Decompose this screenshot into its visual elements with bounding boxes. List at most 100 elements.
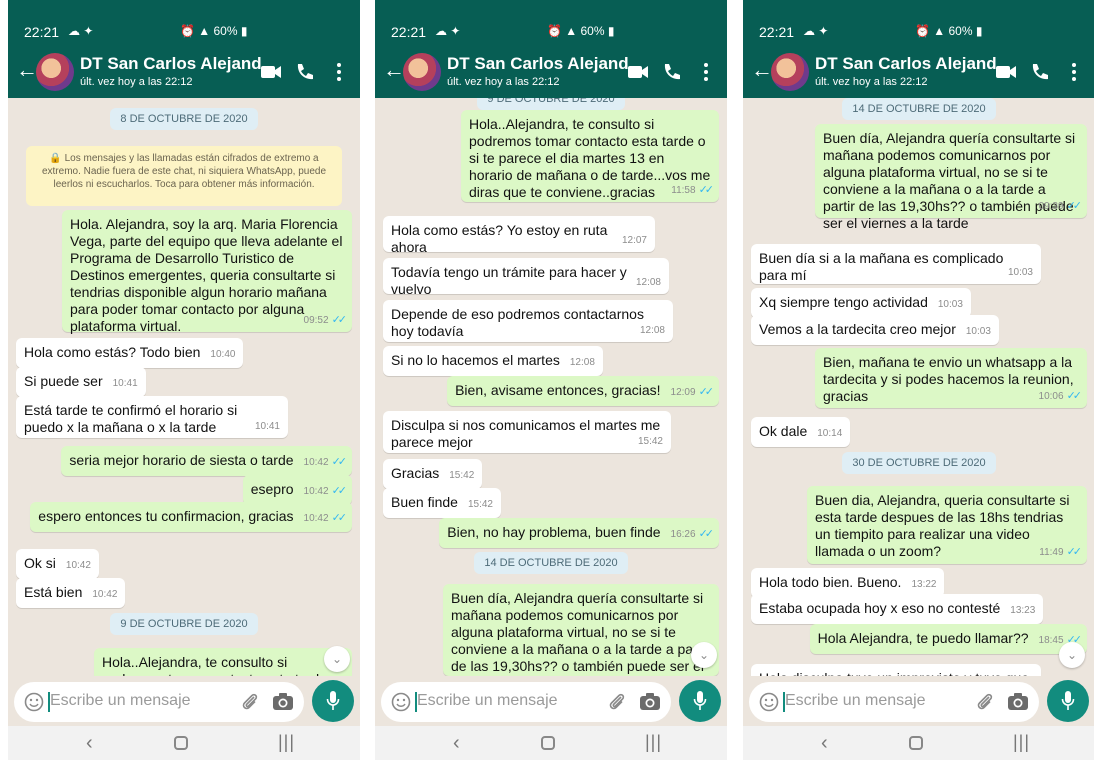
- outgoing-message[interactable]: Buen dia, Alejandra, queria consultarte …: [807, 486, 1087, 564]
- video-call-icon[interactable]: [995, 64, 1017, 80]
- voice-call-icon[interactable]: [294, 62, 314, 82]
- voice-call-icon[interactable]: [661, 62, 681, 82]
- incoming-message[interactable]: Si puede ser 10:41: [16, 367, 146, 397]
- contact-name[interactable]: DT San Carlos Alejandr...: [80, 54, 262, 74]
- incoming-message[interactable]: Vemos a la tardecita creo mejor 10:03: [751, 315, 999, 345]
- outgoing-message[interactable]: esepro 10:42 ✓✓: [242, 475, 352, 505]
- message-time: 11:58: [671, 185, 696, 196]
- message-meta: 12:09 ✓✓: [671, 386, 715, 398]
- outgoing-message[interactable]: Hola Alejandra, te puedo llamar?? 18:45 ✓✓: [809, 624, 1087, 654]
- chat-header: ← DT San Carlos Alejandr... últ. vez hoy a…: [8, 46, 360, 98]
- avatar[interactable]: [771, 53, 809, 91]
- attach-icon[interactable]: [607, 692, 627, 712]
- chevron-down-icon[interactable]: ⌄: [1059, 642, 1085, 668]
- outgoing-message[interactable]: Hola..Alejandra, te consulto si podremos…: [94, 648, 352, 676]
- outgoing-message[interactable]: Bien, mañana te envio un whatsapp a la t…: [815, 348, 1087, 408]
- nav-recents-icon[interactable]: |||: [645, 732, 662, 753]
- more-options-icon[interactable]: [336, 62, 342, 82]
- chat-area[interactable]: 14 DE OCTUBRE DE 2020 Buen día, Alejandra…: [743, 98, 1094, 676]
- status-bar: 22:21 ☁ ✦ ⏰ ▲ 60% ▮: [375, 0, 727, 46]
- outgoing-message[interactable]: Buen día, Alejandra quería consultarte s…: [815, 124, 1087, 231]
- message-time: 10:03: [937, 299, 963, 310]
- nav-home-icon[interactable]: [541, 736, 555, 750]
- voice-call-icon[interactable]: [1029, 62, 1049, 82]
- more-options-icon[interactable]: [1071, 62, 1077, 82]
- outgoing-message[interactable]: Bien, avisame entonces, gracias! 12:09 ✓✓: [447, 376, 719, 406]
- incoming-message[interactable]: Todavía tengo un trámite para hacer y vu…: [383, 258, 669, 297]
- date-separator: 9 DE OCTUBRE DE 2020: [8, 613, 360, 635]
- emoji-icon[interactable]: [24, 692, 44, 712]
- message-meta: 13:22: [911, 579, 936, 590]
- camera-icon[interactable]: [639, 692, 661, 712]
- back-arrow-icon[interactable]: ←: [383, 59, 405, 81]
- outgoing-message[interactable]: espero entonces tu confirmacion, gracias…: [30, 502, 352, 532]
- back-arrow-icon[interactable]: ←: [751, 59, 773, 81]
- more-options-icon[interactable]: [703, 62, 709, 82]
- back-arrow-icon[interactable]: ←: [16, 59, 38, 81]
- message-input[interactable]: Escribe un mensaje: [14, 682, 304, 722]
- incoming-message[interactable]: Xq siempre tengo actividad 10:03: [751, 288, 971, 318]
- nav-recents-icon[interactable]: |||: [278, 732, 295, 753]
- chevron-down-icon[interactable]: ⌄: [324, 646, 350, 672]
- outgoing-message[interactable]: Hola. Alejandra, soy la arq. Maria Flore…: [62, 210, 352, 334]
- message-time: 10:42: [65, 560, 91, 571]
- message-meta: 16:26 ✓✓: [671, 528, 715, 540]
- incoming-message[interactable]: Buen día si a la mañana es complicado pa…: [751, 244, 1041, 284]
- contact-name[interactable]: DT San Carlos Alejandr...: [447, 54, 629, 74]
- incoming-message[interactable]: Hola como estás? Yo estoy en ruta ahora 1…: [383, 216, 655, 255]
- message-input[interactable]: Escribe un mensaje: [381, 682, 671, 722]
- nav-back-icon[interactable]: ‹: [821, 732, 828, 755]
- status-time: 22:21: [391, 24, 427, 40]
- outgoing-message[interactable]: seria mejor horario de siesta o tarde 10:…: [61, 446, 352, 476]
- attach-icon[interactable]: [240, 692, 260, 712]
- incoming-message[interactable]: Si no lo hacemos el martes 12:08: [383, 346, 603, 376]
- incoming-message[interactable]: Ok si 10:42: [16, 549, 99, 579]
- outgoing-message[interactable]: Buen día, Alejandra quería consultarte s…: [443, 584, 719, 676]
- message-text: Buen dia, Alejandra, queria consultarte …: [815, 492, 1070, 559]
- incoming-message[interactable]: Está bien 10:42: [16, 578, 126, 608]
- nav-home-icon[interactable]: [174, 736, 188, 750]
- message-time: 10:40: [210, 349, 236, 360]
- nav-back-icon[interactable]: ‹: [453, 732, 460, 755]
- mic-button[interactable]: [679, 680, 721, 722]
- message-text: Disculpa si nos comunicamos el martes me…: [391, 417, 661, 450]
- nav-recents-icon[interactable]: |||: [1013, 732, 1030, 753]
- outgoing-message[interactable]: Hola..Alejandra, te consulto si podremos…: [461, 110, 719, 202]
- incoming-message[interactable]: Depende de eso podremos contactarnos hoy…: [383, 300, 673, 342]
- chat-area[interactable]: 8 DE OCTUBRE DE 2020 🔒 Los mensajes y las…: [8, 98, 360, 676]
- chat-area[interactable]: 9 DE OCTUBRE DE 2020 Hola..Alejandra, te …: [375, 98, 727, 676]
- chevron-down-icon[interactable]: ⌄: [691, 642, 717, 668]
- incoming-message[interactable]: Disculpa si nos comunicamos el martes me…: [383, 411, 671, 453]
- message-time: 10:42: [92, 589, 118, 600]
- mic-button[interactable]: [312, 680, 354, 722]
- camera-icon[interactable]: [272, 692, 294, 712]
- battery-level: 60%: [948, 24, 973, 38]
- video-call-icon[interactable]: [260, 64, 282, 80]
- contact-name[interactable]: DT San Carlos Alejandr...: [815, 54, 997, 74]
- camera-icon[interactable]: [1007, 692, 1029, 712]
- video-call-icon[interactable]: [627, 64, 649, 80]
- emoji-icon[interactable]: [759, 692, 779, 712]
- message-input[interactable]: Escribe un mensaje: [749, 682, 1039, 722]
- incoming-message[interactable]: Hola como estás? Todo bien 10:40: [16, 338, 244, 368]
- incoming-message[interactable]: Buen finde 15:42: [383, 488, 501, 518]
- message-text: Si no lo hacemos el martes: [391, 352, 560, 368]
- outgoing-message[interactable]: Bien, no hay problema, buen finde 16:26 ✓✓: [439, 518, 719, 548]
- emoji-icon[interactable]: [391, 692, 411, 712]
- incoming-message[interactable]: Está tarde te confirmó el horario si pue…: [16, 396, 288, 438]
- message-time: 13:23: [1010, 605, 1036, 616]
- incoming-message[interactable]: Ok dale 10:14: [751, 417, 851, 447]
- incoming-message[interactable]: Gracias 15:42: [383, 459, 483, 489]
- nav-back-icon[interactable]: ‹: [86, 732, 93, 755]
- mic-button[interactable]: [1047, 680, 1089, 722]
- encryption-notice[interactable]: 🔒 Los mensajes y las llamadas están cifr…: [26, 146, 342, 206]
- avatar[interactable]: [403, 53, 441, 91]
- message-meta: 10:42: [92, 589, 117, 600]
- incoming-message[interactable]: Hola disculpa tuve un imprevisto y tuve …: [751, 664, 1041, 676]
- attach-icon[interactable]: [975, 692, 995, 712]
- incoming-message[interactable]: Estaba ocupada hoy x eso no contesté 13:2…: [751, 594, 1044, 624]
- compose-bar: Escribe un mensaje: [743, 676, 1094, 726]
- message-meta: 11:58 ✓✓: [671, 182, 714, 199]
- avatar[interactable]: [36, 53, 74, 91]
- nav-home-icon[interactable]: [909, 736, 923, 750]
